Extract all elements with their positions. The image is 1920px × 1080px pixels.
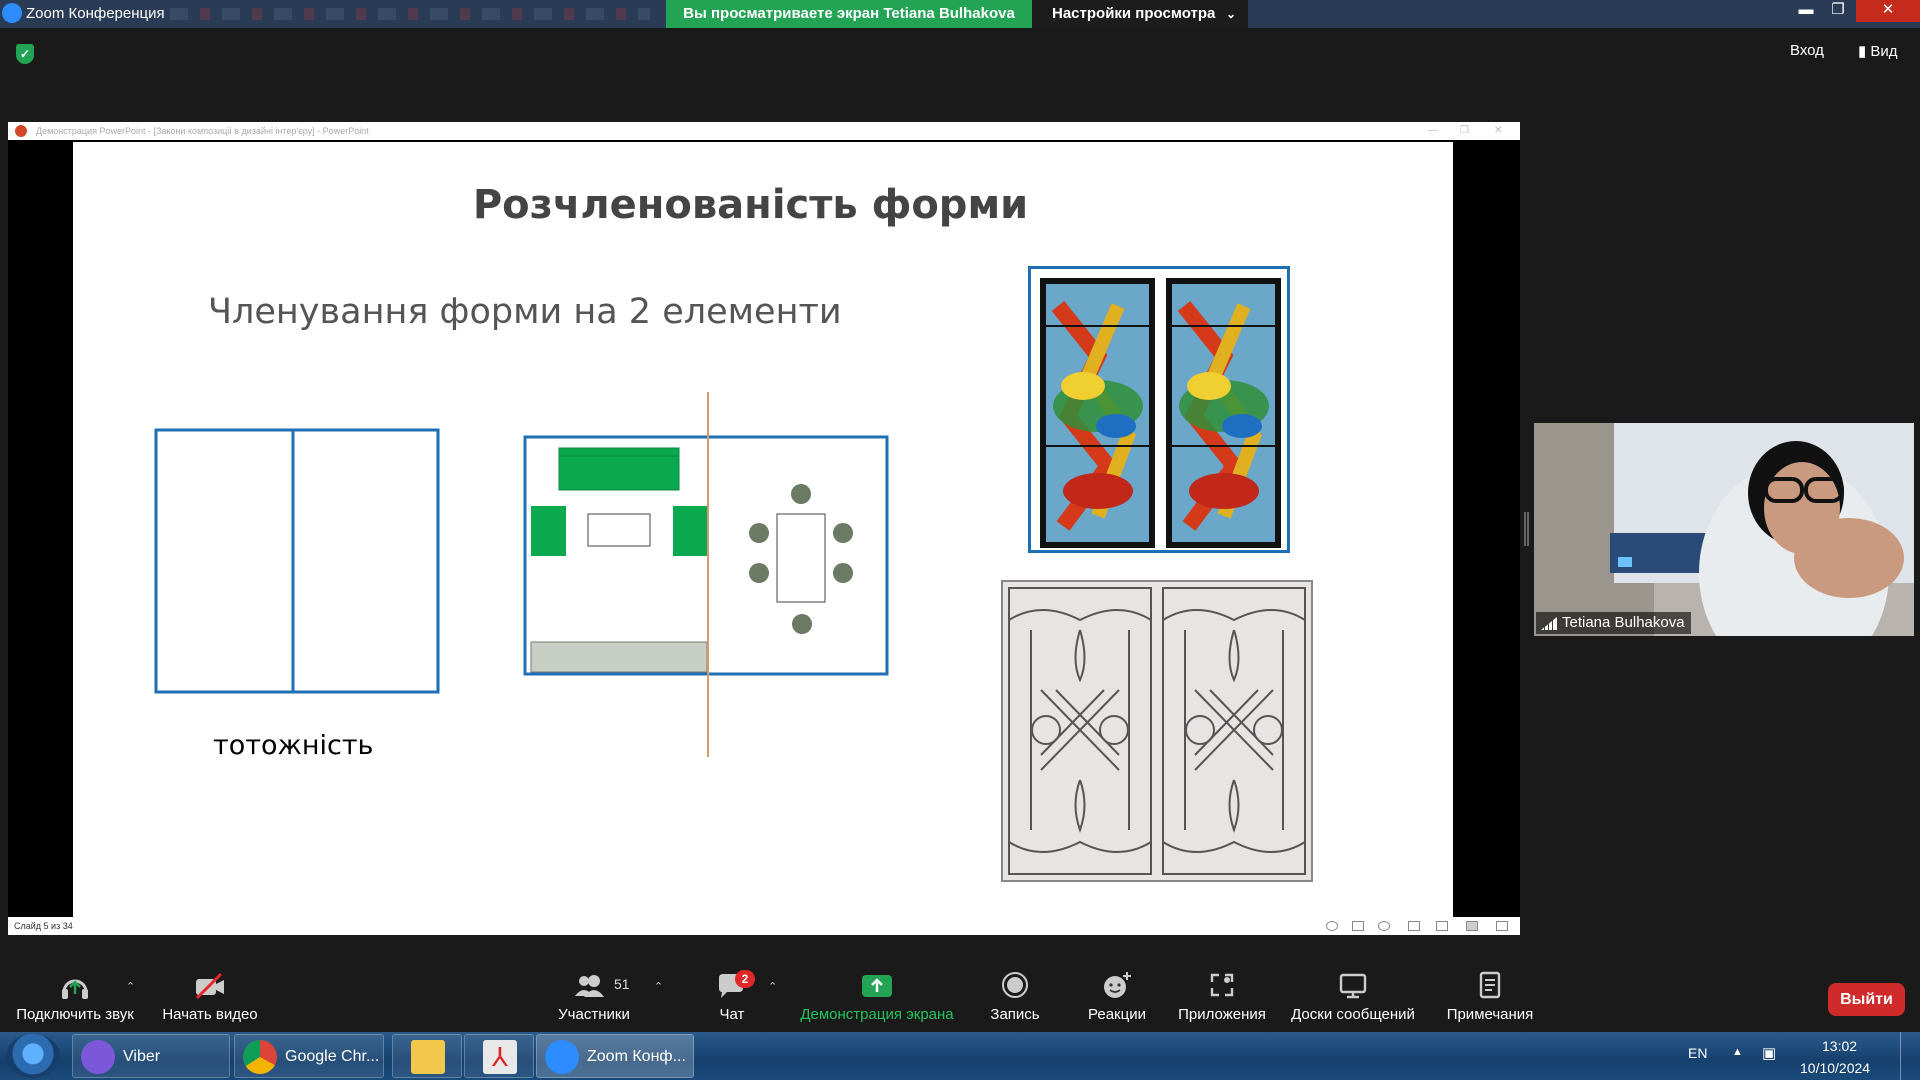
notes-icon [1479, 971, 1501, 999]
normal-view-icon [1408, 921, 1420, 931]
slide-counter: Слайд 5 из 34 [14, 921, 73, 931]
share-screen-button[interactable]: Демонстрация экрана [798, 970, 956, 1023]
start-video-label: Начать видео [162, 1006, 258, 1023]
sorter-view-icon [1436, 921, 1448, 931]
view-button-label: Вид [1870, 43, 1898, 60]
grid-icon: ▮ [1858, 43, 1871, 60]
slide: Розчленованість форми Членування форми н… [73, 142, 1453, 917]
reactions-button[interactable]: Реакции [1080, 970, 1154, 1023]
participants-count: 51 [614, 976, 630, 992]
slide-title: Розчленованість форми [472, 182, 1029, 228]
share-screen-icon [862, 975, 892, 997]
taskbar-viber[interactable]: Viber [72, 1034, 230, 1078]
taskbar-chrome-label: Google Chr... [285, 1048, 380, 1065]
minimize-icon[interactable]: ▬ [1790, 0, 1822, 22]
reactions-icon [1104, 972, 1131, 998]
participants-icon [575, 975, 604, 997]
headphones-icon [62, 979, 88, 999]
notes-label: Примечания [1446, 1006, 1534, 1023]
start-button[interactable] [6, 1034, 60, 1078]
notes-button[interactable]: Примечания [1442, 970, 1538, 1023]
chevron-down-icon: ⌄ [1225, 7, 1236, 21]
record-icon [1002, 972, 1028, 998]
ppt-window-title: Демонстрация PowerPoint - [Закони композ… [36, 126, 369, 136]
apps-button[interactable]: Приложения [1174, 970, 1270, 1023]
nav-prev-icon [1326, 921, 1338, 931]
window-title: Zoom Конференция [26, 5, 165, 22]
participant-name-tag: Tetiana Bulhakova [1536, 612, 1691, 634]
powerpoint-icon [15, 125, 27, 137]
leave-button[interactable]: Выйти [1828, 983, 1905, 1016]
chat-label: Чат [719, 1006, 745, 1023]
clock-date[interactable]: 10/10/2024 [1800, 1060, 1870, 1076]
taskbar-viber-label: Viber [123, 1048, 161, 1065]
join-audio-button[interactable]: Подключить звук [12, 970, 138, 1023]
whiteboards-label: Доски сообщений [1291, 1006, 1415, 1023]
join-audio-label: Подключить звук [16, 1006, 134, 1023]
ppt-title-bar: Демонстрация PowerPoint - [Закони композ… [8, 122, 1520, 140]
viber-icon [81, 1040, 115, 1074]
taskbar-zoom[interactable]: Zoom Конф... [536, 1034, 694, 1078]
ppt-restore-icon: ❐ [1460, 125, 1469, 136]
participant-video-frame [1534, 423, 1914, 636]
reading-view-icon [1466, 921, 1478, 931]
video-off-icon [195, 972, 224, 1000]
acrobat-icon: ⅄ [483, 1040, 517, 1074]
chrome-icon [243, 1040, 277, 1074]
resize-handle[interactable] [1524, 512, 1529, 546]
start-video-button[interactable]: Начать видео [158, 970, 262, 1023]
close-icon[interactable]: ✕ [1856, 0, 1920, 22]
whiteboards-button[interactable]: Доски сообщений [1286, 970, 1420, 1023]
nav-menu-icon [1352, 921, 1364, 931]
maximize-icon[interactable]: ❐ [1822, 0, 1854, 22]
participants-label: Участники [558, 1006, 630, 1023]
stained-glass-image [1028, 266, 1290, 553]
room-plan-diagram [523, 392, 889, 757]
participants-options-caret[interactable]: ⌃ [654, 980, 663, 993]
folder-icon [411, 1040, 445, 1074]
shared-screen: Демонстрация PowerPoint - [Закони композ… [8, 122, 1520, 935]
slide-caption: тотожність [213, 730, 374, 761]
taskbar-explorer[interactable] [392, 1034, 462, 1078]
signin-button[interactable]: Вход [1790, 42, 1824, 59]
apps-label: Приложения [1178, 1006, 1266, 1023]
zoom-taskbar-icon [545, 1040, 579, 1074]
view-button[interactable]: ▮ Вид [1858, 42, 1898, 60]
taskbar-acrobat[interactable]: ⅄ [464, 1034, 534, 1078]
share-screen-label: Демонстрация экрана [800, 1006, 954, 1023]
taskbar-chrome[interactable]: Google Chr... [234, 1034, 384, 1078]
show-desktop-button[interactable] [1900, 1032, 1920, 1080]
iron-gate-image [1001, 580, 1313, 882]
audio-options-caret[interactable]: ⌃ [126, 980, 135, 993]
signal-strength-icon [1541, 617, 1557, 630]
taskbar-zoom-label: Zoom Конф... [587, 1048, 686, 1065]
apps-icon [1210, 973, 1234, 997]
viewing-screen-banner: Вы просматриваете экран Tetiana Bulhakov… [666, 0, 1032, 28]
participant-name: Tetiana Bulhakova [1562, 614, 1685, 631]
ppt-close-icon: ✕ [1494, 125, 1503, 136]
view-options-button[interactable]: Настройки просмотра ⌄ [1032, 0, 1248, 28]
network-icon[interactable]: ▣ [1762, 1044, 1776, 1062]
record-label: Запись [990, 1006, 1040, 1023]
record-button[interactable]: Запись [984, 970, 1046, 1023]
whiteboard-icon [1339, 973, 1367, 999]
blurred-toolbar-icons [170, 8, 650, 20]
tray-expand-icon[interactable]: ▲ [1732, 1046, 1743, 1058]
security-shield-icon[interactable]: ✓ [16, 44, 34, 64]
reactions-label: Реакции [1088, 1006, 1146, 1023]
slide-subtitle: Членування форми на 2 елементи [208, 292, 842, 332]
clock-time[interactable]: 13:02 [1822, 1038, 1857, 1054]
language-indicator[interactable]: EN [1688, 1045, 1707, 1061]
nav-next-icon [1378, 921, 1390, 931]
chat-options-caret[interactable]: ⌃ [768, 980, 777, 993]
split-rectangle-diagram [154, 428, 440, 694]
ppt-minimize-icon: — [1428, 125, 1438, 136]
chat-badge: 2 [735, 970, 755, 988]
ppt-status-bar: Слайд 5 из 34 [8, 917, 1520, 935]
participant-video[interactable] [1534, 423, 1914, 636]
zoom-logo-icon [2, 3, 22, 23]
view-options-label: Настройки просмотра [1052, 5, 1216, 22]
slideshow-view-icon [1496, 921, 1508, 931]
